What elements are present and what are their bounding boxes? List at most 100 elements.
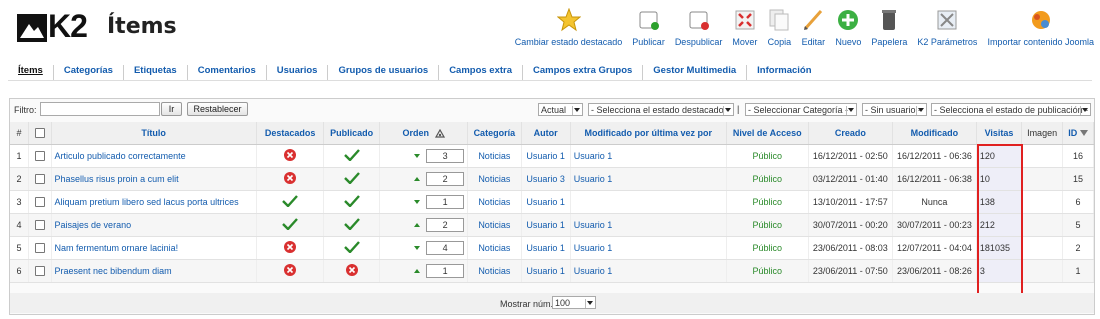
submenu-extra-field-groups[interactable]: Campos extra Grupos: [522, 65, 642, 80]
order-down-icon[interactable]: [414, 154, 421, 158]
header-select-all[interactable]: [28, 122, 52, 145]
row-select[interactable]: [28, 236, 52, 260]
edit-button[interactable]: Editar: [801, 8, 825, 47]
category-select[interactable]: - Seleccionar Categoría -: [745, 103, 857, 116]
item-title-link[interactable]: Paisajes de verano: [55, 220, 132, 230]
order-up-icon[interactable]: [414, 223, 421, 227]
category-link[interactable]: Noticias: [478, 220, 510, 230]
header-visits[interactable]: Visitas: [976, 122, 1023, 145]
reset-button[interactable]: Restablecer: [187, 102, 248, 116]
author-link[interactable]: Usuario 1: [526, 197, 565, 207]
modified-by-link[interactable]: Usuario 1: [574, 174, 613, 184]
row-checkbox[interactable]: [34, 243, 45, 254]
featured-check-icon[interactable]: [282, 218, 299, 230]
row-published[interactable]: [323, 259, 380, 283]
not-featured-icon[interactable]: [284, 241, 297, 253]
category-link[interactable]: Noticias: [478, 197, 510, 207]
state-select[interactable]: Actual: [538, 103, 583, 116]
item-title-link[interactable]: Aliquam pretium libero sed lacus porta u…: [55, 197, 239, 207]
modified-by-link[interactable]: Usuario 1: [574, 151, 613, 161]
item-title-link[interactable]: Praesent nec bibendum diam: [55, 266, 172, 276]
save-order-icon[interactable]: [432, 128, 445, 138]
row-featured[interactable]: [256, 144, 325, 168]
not-featured-icon[interactable]: [284, 149, 297, 161]
order-input[interactable]: 1: [426, 264, 465, 278]
trash-button[interactable]: Papelera: [871, 8, 907, 47]
published-check-icon[interactable]: [343, 218, 360, 230]
header-author[interactable]: Autor: [521, 122, 571, 145]
order-input[interactable]: 2: [426, 218, 465, 232]
featured-select[interactable]: - Selecciona el estado destacado -: [588, 103, 734, 116]
submenu-information[interactable]: Información: [746, 65, 821, 80]
header-modified-by[interactable]: Modificado por última vez por: [570, 122, 727, 145]
row-published[interactable]: [323, 190, 380, 214]
published-check-icon[interactable]: [343, 172, 360, 184]
import-joomla-button[interactable]: Importar contenido Joomla: [987, 8, 1094, 47]
access-level-link[interactable]: Público: [753, 266, 783, 276]
move-button[interactable]: Mover: [732, 8, 757, 47]
submenu-media-manager[interactable]: Gestor Multimedia: [642, 65, 746, 80]
author-link[interactable]: Usuario 1: [526, 243, 565, 253]
header-created[interactable]: Creado: [808, 122, 893, 145]
published-check-icon[interactable]: [343, 241, 360, 253]
category-link[interactable]: Noticias: [478, 174, 510, 184]
row-checkbox[interactable]: [34, 197, 45, 208]
access-level-link[interactable]: Público: [753, 151, 783, 161]
limit-select[interactable]: 100: [552, 296, 596, 309]
not-featured-icon[interactable]: [284, 172, 297, 184]
access-level-link[interactable]: Público: [753, 243, 783, 253]
publish-state-select[interactable]: - Selecciona el estado de publicación -: [931, 103, 1091, 116]
order-down-icon[interactable]: [414, 200, 421, 204]
header-order[interactable]: Orden: [379, 122, 469, 145]
order-input[interactable]: 2: [426, 172, 465, 186]
published-check-icon[interactable]: [343, 195, 360, 207]
submenu-tags[interactable]: Etiquetas: [122, 65, 187, 80]
search-input[interactable]: [40, 102, 160, 116]
row-published[interactable]: [323, 213, 380, 237]
featured-check-icon[interactable]: [282, 195, 299, 207]
row-published[interactable]: [323, 167, 380, 191]
category-link[interactable]: Noticias: [478, 243, 510, 253]
submenu-users[interactable]: Usuarios: [265, 65, 328, 80]
author-link[interactable]: Usuario 1: [526, 266, 565, 276]
order-input[interactable]: 1: [426, 195, 465, 209]
row-select[interactable]: [28, 259, 52, 283]
category-link[interactable]: Noticias: [478, 266, 510, 276]
publish-button[interactable]: Publicar: [632, 8, 665, 47]
new-button[interactable]: Nuevo: [835, 8, 861, 47]
row-featured[interactable]: [256, 213, 325, 237]
author-link[interactable]: Usuario 1: [526, 151, 565, 161]
header-published[interactable]: Publicado: [323, 122, 380, 145]
access-level-link[interactable]: Público: [753, 220, 783, 230]
row-featured[interactable]: [256, 259, 325, 283]
submenu-user-groups[interactable]: Grupos de usuarios: [327, 65, 438, 80]
go-button[interactable]: Ir: [161, 102, 182, 116]
access-level-link[interactable]: Público: [753, 197, 783, 207]
item-title-link[interactable]: Nam fermentum ornare lacinia!: [55, 243, 179, 253]
item-title-link[interactable]: Phasellus risus proin a cum elit: [55, 174, 179, 184]
row-checkbox[interactable]: [34, 220, 45, 231]
k2-parameters-button[interactable]: K2 Parámetros: [917, 8, 977, 47]
row-checkbox[interactable]: [34, 266, 45, 277]
modified-by-link[interactable]: Usuario 1: [574, 243, 613, 253]
submenu-extra-fields[interactable]: Campos extra: [438, 65, 522, 80]
row-featured[interactable]: [256, 167, 325, 191]
header-modified[interactable]: Modificado: [892, 122, 977, 145]
user-select[interactable]: - Sin usuario -: [862, 103, 927, 116]
toggle-featured-button[interactable]: Cambiar estado destacado: [515, 7, 622, 47]
row-select[interactable]: [28, 167, 52, 191]
not-featured-icon[interactable]: [284, 264, 297, 276]
row-select[interactable]: [28, 144, 52, 168]
order-input[interactable]: 4: [426, 241, 465, 255]
access-level-link[interactable]: Público: [753, 174, 783, 184]
author-link[interactable]: Usuario 3: [526, 174, 565, 184]
row-checkbox[interactable]: [34, 151, 45, 162]
row-select[interactable]: [28, 213, 52, 237]
unpublish-button[interactable]: Despublicar: [675, 8, 722, 47]
order-up-icon[interactable]: [414, 177, 421, 181]
copy-button[interactable]: Copia: [767, 8, 791, 47]
row-checkbox[interactable]: [34, 174, 45, 185]
submenu-categories[interactable]: Categorías: [52, 65, 123, 80]
published-check-icon[interactable]: [343, 149, 360, 161]
k2-logo[interactable]: K2: [17, 8, 101, 46]
